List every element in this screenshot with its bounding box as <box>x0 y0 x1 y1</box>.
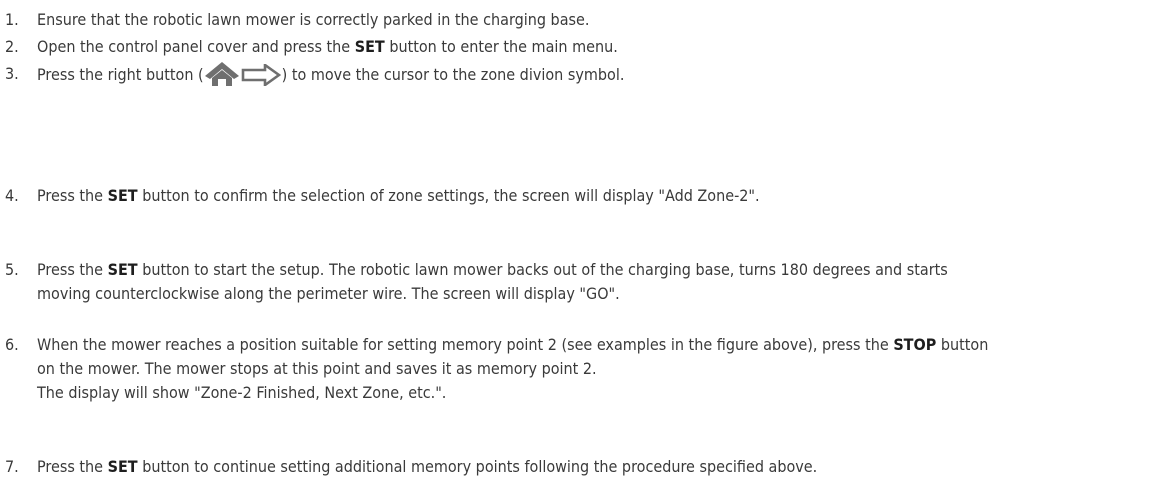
step-text-part: Press the <box>37 260 108 279</box>
step-3: 3. Press the right button ( ) to move the… <box>0 62 1160 87</box>
step-text-part: button <box>936 335 989 354</box>
step-text-part: Press the <box>37 186 108 205</box>
step-number: 2. <box>5 37 19 56</box>
step-number: 6. <box>5 335 19 354</box>
step-number: 5. <box>5 260 19 279</box>
step-text-part: button to continue setting additional me… <box>137 457 818 476</box>
step-text: Press the SET button to start the setup.… <box>37 258 1160 282</box>
step-text-part: When the mower reaches a position suitab… <box>37 335 894 354</box>
step-6: 6. When the mower reaches a position sui… <box>0 333 1160 405</box>
step-text-line-3: The display will show "Zone-2 Finished, … <box>37 383 447 402</box>
step-number: 1. <box>5 10 19 29</box>
step-text-part: button to start the setup. The robotic l… <box>137 260 948 279</box>
step-text-part: Open the control panel cover and press t… <box>37 37 355 56</box>
step-text: Open the control panel cover and press t… <box>37 35 1160 59</box>
step-7: 7. Press the SET button to continue sett… <box>0 455 1160 479</box>
step-text: Press the SET button to confirm the sele… <box>37 184 1160 208</box>
step-5: 5. Press the SET button to start the set… <box>0 258 1160 306</box>
step-text-part: button to confirm the selection of zone … <box>137 186 760 205</box>
step-text-line-2: on the mower. The mower stops at this po… <box>37 359 597 378</box>
step-text-part: Press the right button ( <box>37 65 204 84</box>
set-button-label: SET <box>354 37 385 56</box>
step-text-part: button to enter the main menu. <box>384 37 618 56</box>
step-text: Press the right button ( ) to move the cu… <box>37 62 1160 87</box>
set-button-label: SET <box>107 260 138 279</box>
step-text-part: ) to move the cursor to the zone divion … <box>281 65 625 84</box>
step-number: 4. <box>5 186 19 205</box>
step-4: 4. Press the SET button to confirm the s… <box>0 184 1160 208</box>
step-text-part: Press the <box>37 457 108 476</box>
step-1: 1. Ensure that the robotic lawn mower is… <box>0 8 1160 32</box>
step-text: Ensure that the robotic lawn mower is co… <box>37 10 590 29</box>
step-text: Press the SET button to continue setting… <box>37 455 1160 479</box>
step-number: 7. <box>5 457 19 476</box>
step-number: 3. <box>5 64 19 83</box>
set-button-label: SET <box>107 457 138 476</box>
arrow-right-icon <box>241 64 281 86</box>
step-2: 2. Open the control panel cover and pres… <box>0 35 1160 59</box>
home-icon <box>204 62 239 86</box>
stop-button-label: STOP <box>893 335 937 354</box>
step-text: When the mower reaches a position suitab… <box>37 333 1160 357</box>
set-button-label: SET <box>107 186 138 205</box>
step-text-line-2: moving counterclockwise along the perime… <box>37 284 620 303</box>
